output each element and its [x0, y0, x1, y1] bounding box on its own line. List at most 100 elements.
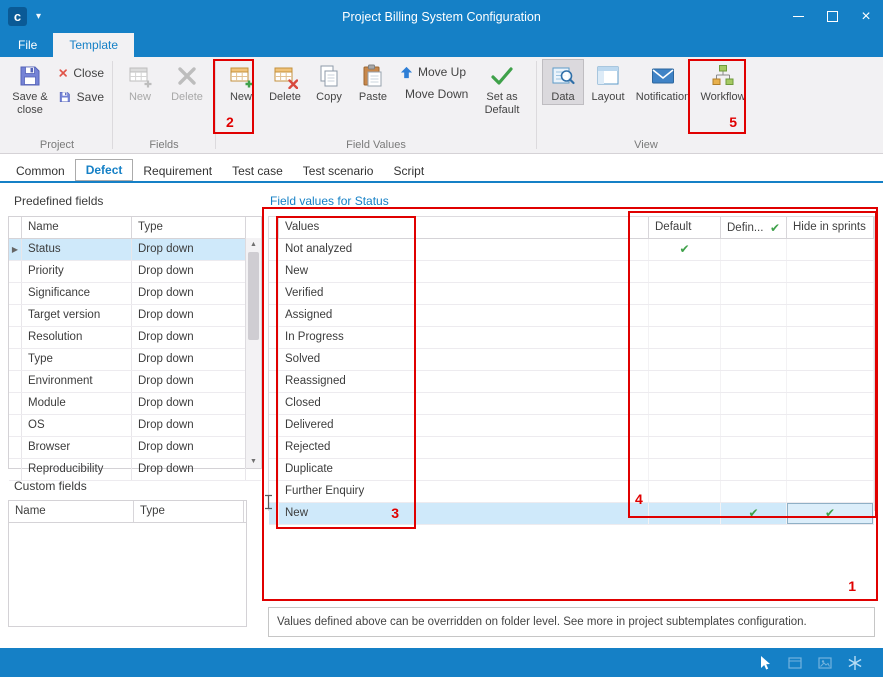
- custom-fields-table: Name Type: [8, 500, 247, 627]
- view-notification-button[interactable]: Notification: [632, 59, 694, 105]
- arrow-up-icon: [400, 66, 413, 79]
- table-row[interactable]: OSDrop down: [9, 415, 261, 437]
- view-layout-button[interactable]: Layout: [586, 59, 630, 105]
- maximize-button[interactable]: [815, 0, 849, 33]
- panel-icon[interactable]: [787, 655, 803, 671]
- table-row[interactable]: Verified: [269, 283, 874, 305]
- predefined-fields-label: Predefined fields: [14, 194, 103, 208]
- minimize-button[interactable]: [781, 0, 815, 33]
- table-row[interactable]: Further Enquiry: [269, 481, 874, 503]
- table-header: Values Default Defin...✔ Hide in sprints: [269, 217, 874, 239]
- titlebar: c ▾ Project Billing System Configuration…: [0, 0, 883, 33]
- table-row[interactable]: EnvironmentDrop down: [9, 371, 261, 393]
- table-row[interactable]: Delivered: [269, 415, 874, 437]
- paste-button[interactable]: Paste: [351, 59, 395, 105]
- tab-requirement[interactable]: Requirement: [133, 161, 222, 181]
- field-values-title: Field values for Status: [270, 194, 389, 208]
- save-button[interactable]: Save: [54, 88, 108, 106]
- close-button[interactable]: ×: [849, 0, 883, 33]
- table-row[interactable]: ResolutionDrop down: [9, 327, 261, 349]
- table-row[interactable]: Rejected: [269, 437, 874, 459]
- table-row[interactable]: In Progress: [269, 327, 874, 349]
- table-row[interactable]: Closed: [269, 393, 874, 415]
- scroll-down-icon[interactable]: ▼: [246, 455, 261, 468]
- image-icon[interactable]: [817, 655, 833, 671]
- fields-delete-button[interactable]: Delete: [164, 59, 210, 105]
- close-template-button[interactable]: Close: [54, 64, 108, 82]
- close-icon: ×: [861, 8, 870, 26]
- move-down-button[interactable]: Move Down: [396, 86, 472, 102]
- tab-defect[interactable]: Defect: [75, 159, 134, 181]
- fields-new-button[interactable]: New: [118, 59, 162, 105]
- column-header-name[interactable]: Name: [9, 501, 134, 522]
- table-row[interactable]: PriorityDrop down: [9, 261, 261, 283]
- check-icon: ✔: [748, 506, 758, 520]
- check-icon: ✔: [825, 506, 835, 520]
- empty-table-body[interactable]: [9, 523, 246, 626]
- copy-button[interactable]: Copy: [309, 59, 349, 105]
- table-row[interactable]: Reassigned: [269, 371, 874, 393]
- column-header-type[interactable]: Type: [134, 501, 244, 522]
- table-row[interactable]: New: [269, 261, 874, 283]
- table-row[interactable]: Duplicate: [269, 459, 874, 481]
- tab-script[interactable]: Script: [383, 161, 434, 181]
- predefined-fields-table: Name Type ▶ Status Drop down PriorityDro…: [8, 216, 262, 469]
- text-cursor-icon: [264, 494, 273, 513]
- table-row-selected[interactable]: New ✔ ✔: [269, 503, 874, 525]
- table-row[interactable]: Not analyzed ✔: [269, 239, 874, 261]
- snowflake-icon[interactable]: [847, 655, 863, 671]
- scrollbar[interactable]: ▲ ▼: [245, 238, 261, 468]
- field-values-new-button[interactable]: New: [221, 59, 261, 105]
- save-icon: [58, 89, 72, 105]
- table-row[interactable]: Assigned: [269, 305, 874, 327]
- table-row[interactable]: ModuleDrop down: [9, 393, 261, 415]
- table-row[interactable]: Solved: [269, 349, 874, 371]
- pointer-icon[interactable]: [757, 655, 773, 671]
- copy-icon: [316, 63, 342, 89]
- window-title: Project Billing System Configuration: [0, 10, 883, 24]
- table-row[interactable]: ▶ Status Drop down: [9, 239, 261, 261]
- save-and-close-button[interactable]: Save & close: [7, 59, 53, 117]
- tab-test-case[interactable]: Test case: [222, 161, 293, 181]
- table-header: Name Type: [9, 217, 261, 239]
- view-data-button[interactable]: Data: [542, 59, 584, 105]
- table-row[interactable]: ReproducibilityDrop down: [9, 459, 261, 481]
- table-row[interactable]: SignificanceDrop down: [9, 283, 261, 305]
- column-header-type[interactable]: Type: [132, 217, 246, 238]
- window-controls: ×: [781, 0, 883, 33]
- table-row[interactable]: Target versionDrop down: [9, 305, 261, 327]
- ribbon-tab-bar: File Template: [0, 33, 883, 57]
- set-as-default-button[interactable]: Set as Default: [473, 59, 531, 117]
- tab-file[interactable]: File: [2, 33, 53, 57]
- column-header-defined[interactable]: Defin...✔: [721, 217, 787, 238]
- table-row[interactable]: TypeDrop down: [9, 349, 261, 371]
- tab-common[interactable]: Common: [6, 161, 75, 181]
- move-up-button[interactable]: Move Up: [396, 64, 472, 80]
- workflow-icon: [710, 63, 736, 89]
- customize-toolbar-icon[interactable]: ▾: [36, 12, 41, 22]
- field-values-delete-button[interactable]: Delete: [263, 59, 307, 105]
- column-header-name[interactable]: Name: [22, 217, 132, 238]
- layout-icon: [595, 63, 621, 89]
- minimize-icon: [793, 16, 804, 17]
- ribbon-group-project: Save & close Close Save Project: [2, 57, 112, 153]
- statusbar: [0, 648, 883, 677]
- field-values-table: Values Default Defin...✔ Hide in sprints…: [268, 216, 875, 511]
- scrollbar-thumb[interactable]: [248, 252, 259, 340]
- column-header-values[interactable]: Values: [279, 217, 649, 238]
- table-row[interactable]: BrowserDrop down: [9, 437, 261, 459]
- paste-icon: [360, 63, 386, 89]
- tab-template[interactable]: Template: [53, 33, 134, 57]
- scroll-up-icon[interactable]: ▲: [246, 238, 261, 251]
- column-header-hide-in-sprints[interactable]: Hide in sprints: [787, 217, 874, 238]
- view-workflow-button[interactable]: Workflow: [696, 59, 750, 105]
- new-table-icon: [228, 63, 254, 89]
- custom-fields-label: Custom fields: [14, 479, 87, 493]
- ribbon-group-fields: New Delete Fields: [113, 57, 215, 153]
- focused-cell[interactable]: ✔: [787, 503, 874, 524]
- group-label-project: Project: [2, 139, 112, 151]
- column-header-default[interactable]: Default: [649, 217, 721, 238]
- document-tab-bar: Common Defect Requirement Test case Test…: [0, 157, 883, 183]
- tab-test-scenario[interactable]: Test scenario: [293, 161, 384, 181]
- app-icon[interactable]: c: [8, 7, 27, 26]
